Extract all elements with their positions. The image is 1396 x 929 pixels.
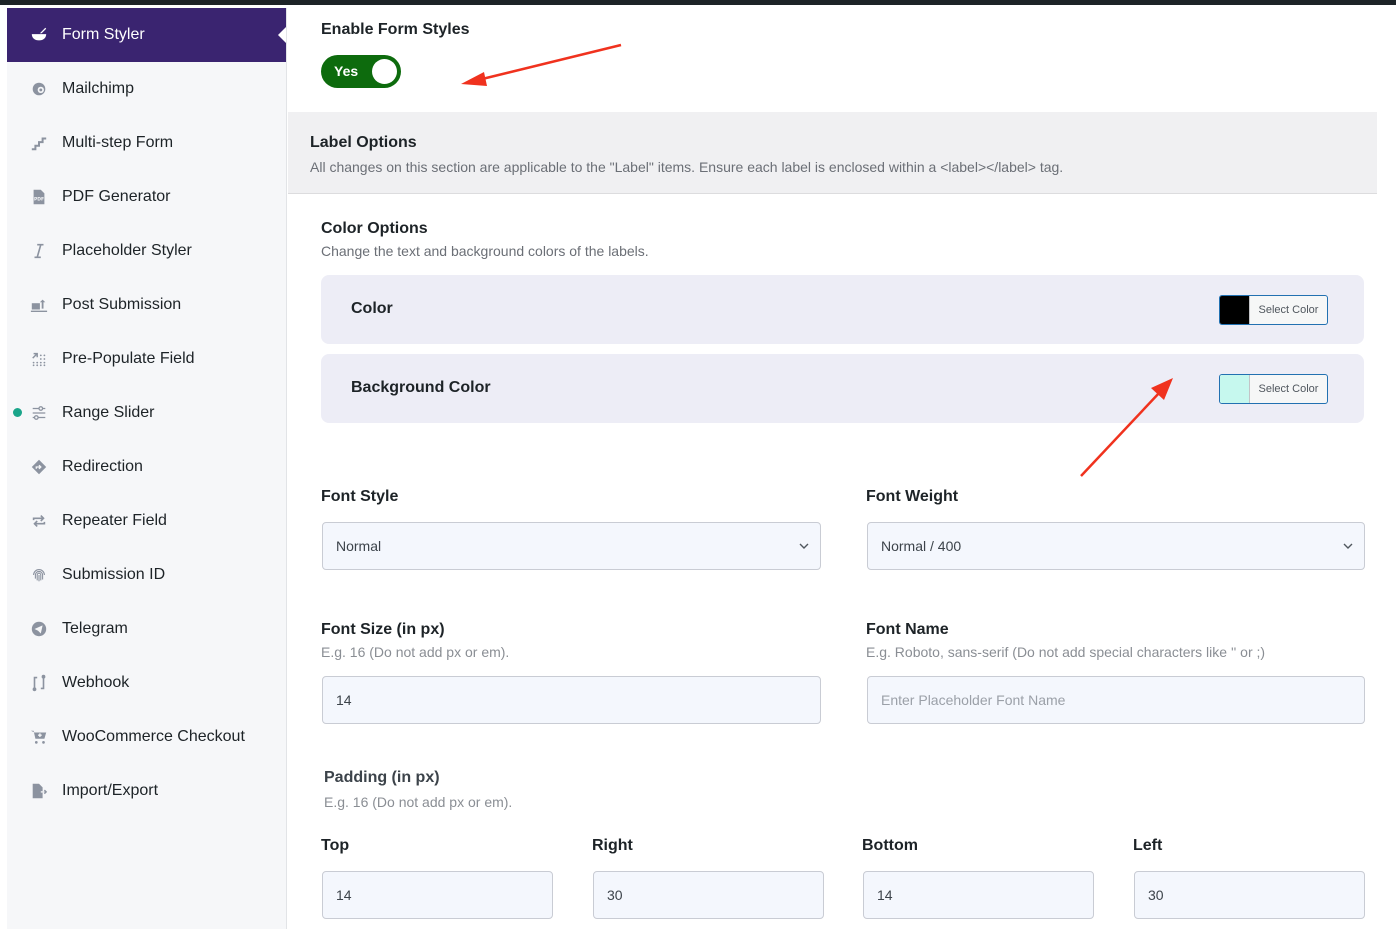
color-options-title: Color Options [321,220,428,237]
padding-hint: E.g. 16 (Do not add px or em). [324,794,513,810]
padding-top-value: 14 [336,887,352,903]
color-label: Color [351,300,393,317]
sidebar-item-label: Submission ID [62,566,166,583]
font-weight-select[interactable]: Normal / 400 [867,522,1365,570]
padding-left-label: Left [1133,837,1163,854]
status-dot [13,408,22,417]
padding-right-label: Right [592,837,633,854]
sidebar-item-placeholder-styler[interactable]: Placeholder Styler [7,224,286,278]
font-style-select[interactable]: Normal [322,522,821,570]
font-size-label: Font Size (in px) [321,621,445,638]
color-swatch [1220,375,1250,403]
font-style-value: Normal [336,538,382,554]
chevron-down-icon [1343,543,1353,549]
repeat-icon [29,511,49,531]
font-name-placeholder: Enter Placeholder Font Name [881,692,1066,708]
chevron-down-icon [799,543,809,549]
sidebar-item-label: PDF Generator [62,188,171,205]
color-options-description: Change the text and background colors of… [321,243,649,259]
sidebar-item-telegram[interactable]: Telegram [7,602,286,656]
sidebar-item-label: Post Submission [62,296,182,313]
padding-bottom-label: Bottom [862,837,918,854]
label-options-header: Label Options All changes on this sectio… [288,112,1377,194]
padding-right-input[interactable]: 30 [593,871,824,919]
stairs-icon [29,133,49,153]
font-name-label: Font Name [866,621,949,638]
sidebar-item-label: Pre-Populate Field [62,350,195,367]
sidebar-item-label: Repeater Field [62,512,167,529]
font-size-value: 14 [336,692,352,708]
pdf-file-icon: PDF [29,187,49,207]
font-weight-label: Font Weight [866,488,959,505]
select-color-label: Select Color [1258,304,1319,316]
sidebar-item-pdf-generator[interactable]: PDF PDF Generator [7,170,286,224]
sidebar-item-post-submission[interactable]: Post Submission [7,278,286,332]
sidebar-item-label: Mailchimp [62,80,135,97]
color-row-text: Color Select Color [321,275,1364,344]
padding-bottom-value: 14 [877,887,893,903]
italic-cursor-icon [29,241,49,261]
telegram-icon [29,619,49,639]
sidebar-item-submission-id[interactable]: Submission ID [7,548,286,602]
toggle-knob [372,59,397,84]
sidebar-item-redirection[interactable]: Redirection [7,440,286,494]
sidebar-item-range-slider[interactable]: Range Slider [7,386,286,440]
svg-text:PDF: PDF [34,197,44,203]
font-weight-value: Normal / 400 [881,538,962,554]
sidebar-item-multi-step-form[interactable]: Multi-step Form [7,116,286,170]
toggle-state-label: Yes [334,63,359,79]
sidebar-item-label: Redirection [62,458,143,475]
sidebar-item-label: WooCommerce Checkout [62,728,245,745]
padding-bottom-input[interactable]: 14 [863,871,1094,919]
sidebar-item-pre-populate-field[interactable]: Pre-Populate Field [7,332,286,386]
sidebar-item-mailchimp[interactable]: Mailchimp [7,62,286,116]
mailchimp-icon [29,79,49,99]
enable-form-styles-label: Enable Form Styles [321,21,470,38]
label-options-title: Label Options [310,134,417,151]
sidebar-item-label: Webhook [62,674,130,691]
font-name-hint: E.g. Roboto, sans-serif (Do not add spec… [866,644,1266,660]
prepopulate-icon [29,349,49,369]
sidebar-item-label: Multi-step Form [62,134,174,151]
sidebar-item-label: Placeholder Styler [62,242,192,259]
sidebar-item-woocommerce-checkout[interactable]: WooCommerce Checkout [7,710,286,764]
padding-right-value: 30 [607,887,623,903]
form-styler-settings: Enable Form Styles Yes Label Options All… [288,5,1396,929]
sidebar-item-label: Range Slider [62,404,155,421]
background-color-picker-button[interactable]: Select Color [1219,374,1328,404]
padding-left-value: 30 [1148,887,1164,903]
enable-form-styles-toggle[interactable]: Yes [321,55,401,88]
sidebar-item-label: Telegram [62,620,128,637]
padding-top-label: Top [321,837,350,854]
font-name-input[interactable]: Enter Placeholder Font Name [867,676,1365,724]
padding-label: Padding (in px) [324,769,440,786]
font-size-hint: E.g. 16 (Do not add px or em). [321,644,510,660]
redirect-diamond-icon [29,457,49,477]
color-row-background: Background Color Select Color [321,354,1364,423]
font-size-input[interactable]: 14 [322,676,821,724]
sliders-icon [29,403,49,423]
sidebar-item-import-export[interactable]: Import/Export [7,764,286,818]
addons-sidebar: Form Styler Mailchimp Multi-step Form PD… [7,8,287,929]
text-color-picker-button[interactable]: Select Color [1219,295,1328,325]
file-export-icon [29,781,49,801]
sidebar-item-webhook[interactable]: Webhook [7,656,286,710]
sidebar-item-form-styler[interactable]: Form Styler [7,8,286,62]
label-options-description: All changes on this section are applicab… [310,159,1064,175]
sidebar-item-label: Form Styler [62,26,145,43]
left-gutter [0,5,7,929]
webhook-icon [29,673,49,693]
sidebar-item-label: Import/Export [62,782,159,799]
cart-plus-icon [29,727,49,747]
color-swatch [1220,296,1250,324]
post-submission-icon [29,295,49,315]
sidebar-item-repeater-field[interactable]: Repeater Field [7,494,286,548]
fingerprint-icon [29,565,49,585]
padding-top-input[interactable]: 14 [322,871,553,919]
mortar-pestle-icon [29,25,49,45]
font-style-label: Font Style [321,488,399,505]
background-color-label: Background Color [351,379,491,396]
padding-left-input[interactable]: 30 [1134,871,1365,919]
select-color-label: Select Color [1258,383,1319,395]
